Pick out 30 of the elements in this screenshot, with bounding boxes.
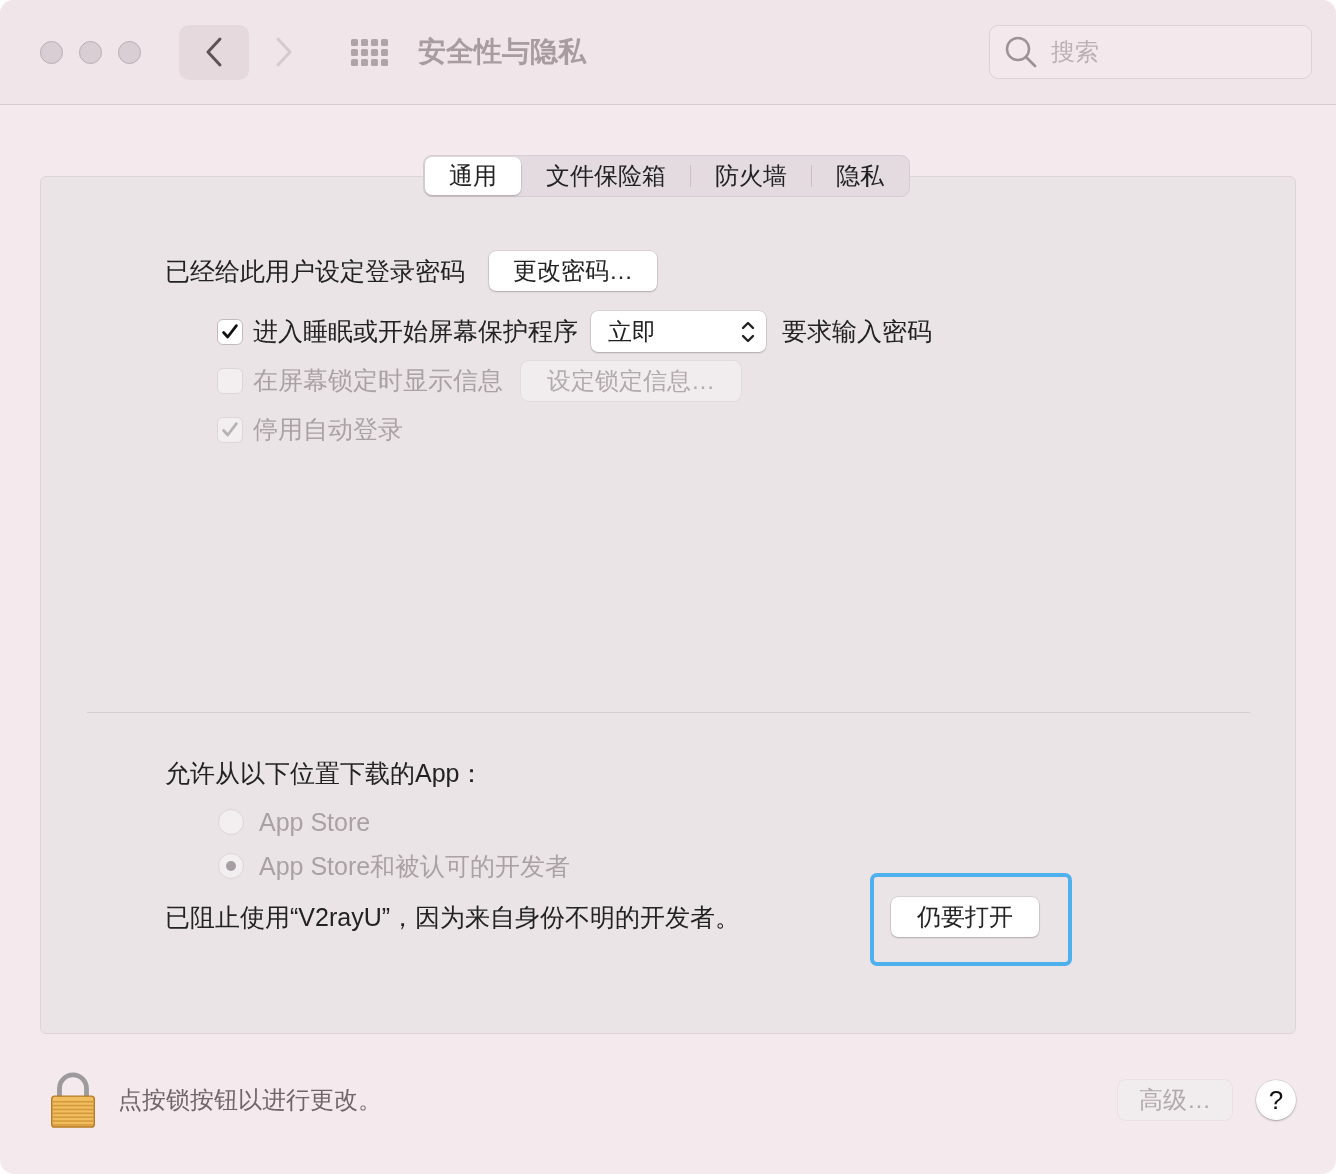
radio-label: App Store bbox=[259, 807, 371, 837]
back-button[interactable] bbox=[179, 24, 249, 80]
download-source-label: 允许从以下位置下载的App： bbox=[165, 757, 485, 789]
change-password-button[interactable]: 更改密码… bbox=[489, 251, 657, 291]
option-label: 在屏幕锁定时显示信息 bbox=[253, 365, 503, 396]
tab[interactable]: 文件保险箱 bbox=[521, 157, 690, 195]
tab[interactable]: 隐私 bbox=[811, 157, 908, 195]
window-control-button[interactable] bbox=[40, 40, 63, 64]
tab[interactable]: 防火墙 bbox=[690, 157, 811, 195]
blocked-app-message: 已阻止使用“V2rayU”，因为来自身份不明的开发者。 bbox=[165, 901, 741, 933]
option-label: 进入睡眠或开始屏幕保护程序 bbox=[253, 316, 578, 347]
delay-dropdown[interactable]: 立即 bbox=[591, 311, 766, 352]
checkbox[interactable] bbox=[217, 318, 243, 345]
lock-icon[interactable] bbox=[50, 1072, 96, 1128]
option-suffix: 要求输入密码 bbox=[782, 316, 932, 347]
search-icon bbox=[1005, 36, 1037, 68]
tab[interactable]: 通用 bbox=[424, 157, 521, 195]
option-label: 停用自动登录 bbox=[253, 414, 403, 445]
radio-label: App Store和被认可的开发者 bbox=[259, 850, 571, 882]
window-control-button[interactable] bbox=[118, 40, 141, 64]
help-button[interactable]: ? bbox=[1256, 1080, 1296, 1120]
chevron-right-icon bbox=[274, 36, 294, 68]
search-field[interactable]: 搜索 bbox=[989, 25, 1312, 79]
window-title: 安全性与隐私 bbox=[418, 35, 586, 69]
grid-icon[interactable] bbox=[351, 38, 388, 66]
open-anyway-button[interactable]: 仍要打开 bbox=[891, 897, 1039, 937]
lock-hint: 点按锁按钮以进行更改。 bbox=[118, 1085, 382, 1115]
chevron-left-icon bbox=[204, 36, 224, 68]
password-label: 已经给此用户设定登录密码 bbox=[165, 255, 465, 287]
window-control-button[interactable] bbox=[79, 40, 102, 64]
